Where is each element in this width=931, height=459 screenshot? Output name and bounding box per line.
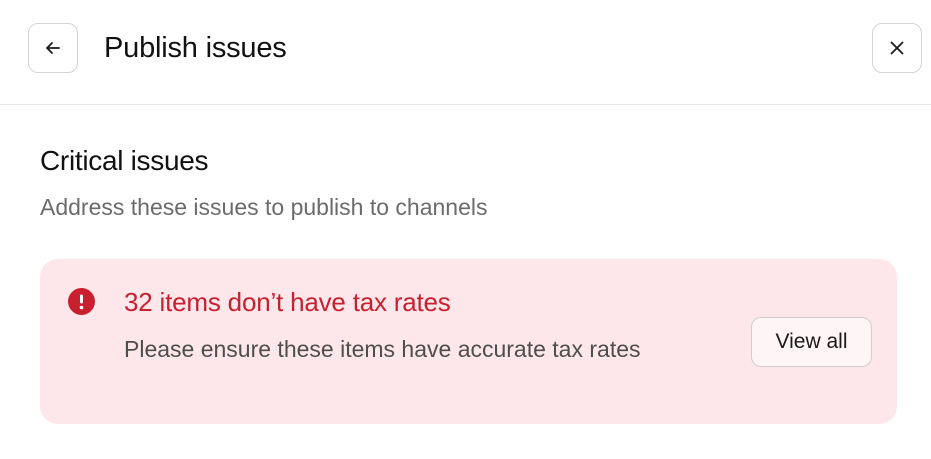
close-button[interactable] <box>872 23 922 73</box>
close-icon <box>887 38 907 58</box>
issue-title: 32 items don’t have tax rates <box>124 287 451 317</box>
issue-card: 32 items don’t have tax rates Please ens… <box>40 259 897 424</box>
back-button[interactable] <box>28 23 78 73</box>
error-icon <box>68 288 95 315</box>
dialog-header: Publish issues <box>0 0 931 105</box>
page-title: Publish issues <box>104 32 287 64</box>
view-all-button[interactable]: View all <box>751 317 872 367</box>
section-subtitle: Address these issues to publish to chann… <box>40 194 488 220</box>
section-title: Critical issues <box>40 145 209 176</box>
arrow-left-icon <box>43 38 63 58</box>
issue-description: Please ensure these items have accurate … <box>124 336 641 362</box>
